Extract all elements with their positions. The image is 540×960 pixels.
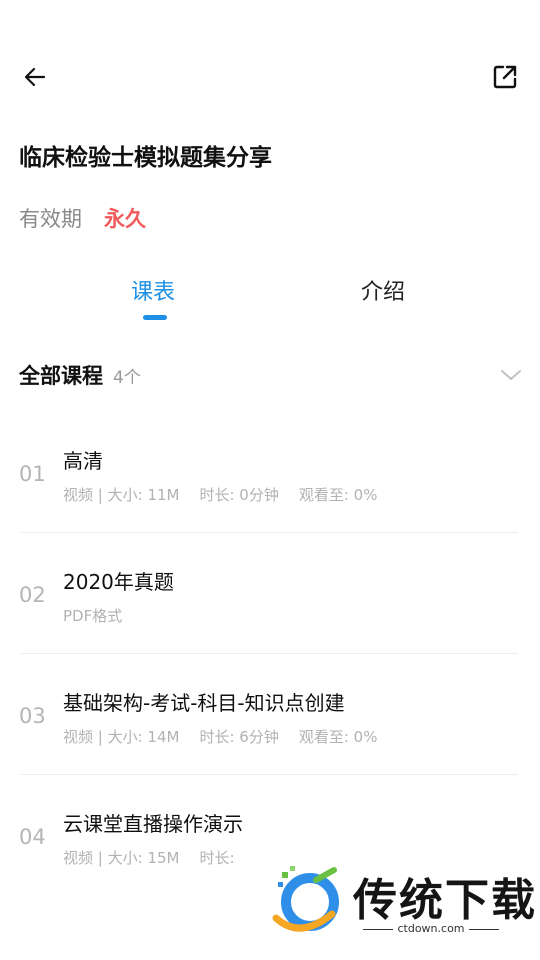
lesson-meta: 视频 | 大小: 14M 时长: 6分钟 观看至: 0% xyxy=(63,726,377,747)
share-button[interactable] xyxy=(488,60,522,94)
course-list-header[interactable]: 全部课程 4个 xyxy=(19,360,522,396)
lesson-meta: PDF格式 xyxy=(63,605,122,626)
ctdown-logo-icon xyxy=(272,866,339,932)
lesson-title: 云课堂直播操作演示 xyxy=(63,812,243,836)
lesson-duration: 时长: 0分钟 xyxy=(199,486,279,504)
lesson-count: 4个 xyxy=(113,368,141,388)
lesson-progress: 观看至: 0% xyxy=(298,728,378,746)
lesson-duration: 时长: xyxy=(199,849,235,867)
lesson-duration: 时长: 6分钟 xyxy=(199,728,279,746)
back-button[interactable] xyxy=(18,60,52,94)
lesson-progress: 观看至: 0% xyxy=(298,486,378,504)
lesson-row[interactable]: 01 高清 视频 | 大小: 11M 时长: 0分钟 观看至: 0% xyxy=(0,412,540,533)
lesson-type: 视频 | 大小: 15M xyxy=(63,849,180,867)
active-tab-indicator xyxy=(143,315,167,320)
course-title: 临床检验士模拟题集分享 xyxy=(19,145,272,171)
external-share-icon xyxy=(493,65,517,89)
arrow-left-icon xyxy=(24,67,46,87)
section-title: 全部课程 xyxy=(19,364,103,388)
lesson-number: 02 xyxy=(19,583,46,607)
lesson-meta: 视频 | 大小: 11M 时长: 0分钟 观看至: 0% xyxy=(63,484,377,505)
watermark-url: ctdown.com xyxy=(353,922,509,935)
lesson-number: 01 xyxy=(19,462,46,486)
validity-value: 永久 xyxy=(104,207,146,231)
lesson-title: 2020年真题 xyxy=(63,570,174,594)
lesson-row[interactable]: 03 基础架构-考试-科目-知识点创建 视频 | 大小: 14M 时长: 6分钟 观… xyxy=(0,654,540,775)
tab-bar: 课表 介绍 xyxy=(0,270,540,330)
lesson-number: 04 xyxy=(19,825,46,849)
lesson-row[interactable]: 02 2020年真题 PDF格式 xyxy=(0,533,540,654)
tab-schedule[interactable]: 课表 xyxy=(131,274,175,306)
lesson-title: 基础架构-考试-科目-知识点创建 xyxy=(63,691,345,715)
lesson-title: 高清 xyxy=(63,449,103,473)
tab-introduction[interactable]: 介绍 xyxy=(361,274,405,306)
lesson-type: 视频 | 大小: 14M xyxy=(63,728,180,746)
lesson-type: PDF格式 xyxy=(63,607,123,625)
watermark-text: 传统下载 xyxy=(353,875,537,926)
watermark-logo: 传统下载 ctdown.com xyxy=(270,860,535,940)
lesson-number: 03 xyxy=(19,704,46,728)
validity-label: 有效期 xyxy=(19,207,82,231)
lesson-type: 视频 | 大小: 11M xyxy=(63,486,180,504)
collapse-toggle[interactable] xyxy=(500,364,522,386)
lesson-list: 01 高清 视频 | 大小: 11M 时长: 0分钟 观看至: 0% 02 2020… xyxy=(0,412,540,896)
lesson-meta: 视频 | 大小: 15M 时长: xyxy=(63,847,235,868)
validity-row: 有效期 永久 xyxy=(19,203,146,233)
chevron-down-icon xyxy=(501,370,521,380)
top-bar xyxy=(0,58,540,98)
